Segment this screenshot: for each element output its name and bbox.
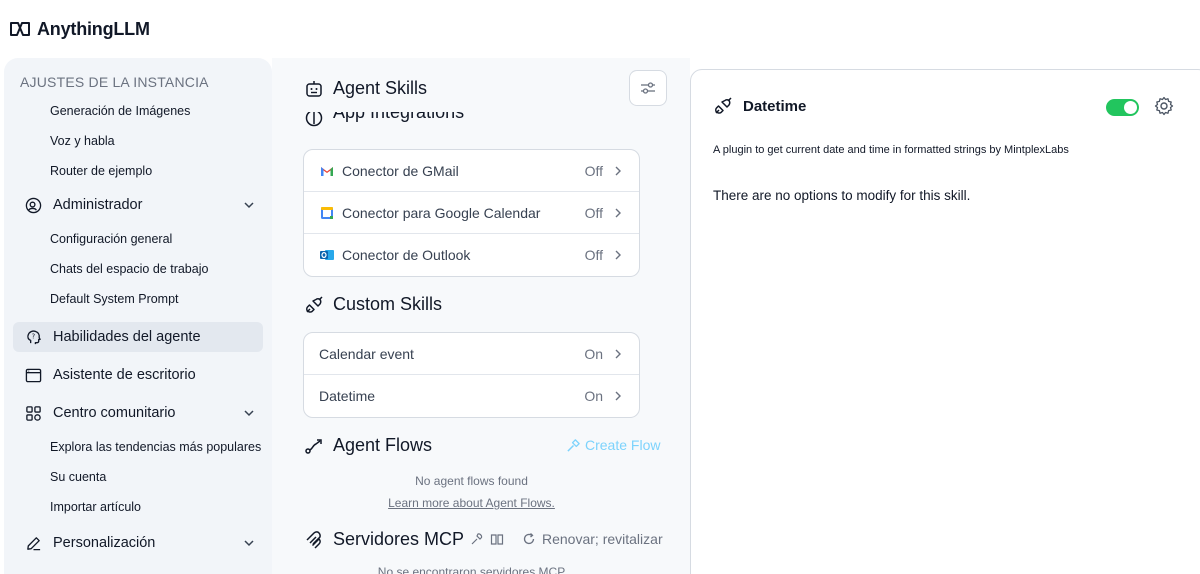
chevron-right-icon xyxy=(615,250,621,260)
agent-skills-header: Agent Skills xyxy=(304,78,427,99)
list-item[interactable]: Datetime On xyxy=(304,375,639,417)
skill-description: A plugin to get current date and time in… xyxy=(713,144,1069,156)
gmail-icon xyxy=(319,163,335,179)
section-title: App Integrations xyxy=(333,112,465,122)
google-calendar-icon xyxy=(319,205,335,221)
sidebar-item-explore-trending[interactable]: Explora las tendencias más populares xyxy=(4,432,272,462)
sidebar-item-personalization[interactable]: Personalización xyxy=(4,524,272,562)
app-logo[interactable]: AnythingLLM xyxy=(9,19,150,40)
sidebar-item-system-prompt[interactable]: Default System Prompt xyxy=(4,284,272,314)
user-gear-icon xyxy=(24,196,42,214)
list-item[interactable]: Conector de Outlook Off xyxy=(304,234,639,276)
skill-enabled-toggle[interactable] xyxy=(1106,99,1139,116)
sidebar-item-label: Habilidades del agente xyxy=(53,329,201,345)
chevron-right-icon xyxy=(615,391,621,401)
custom-skills-header: Custom Skills xyxy=(304,294,442,315)
sidebar-heading: AJUSTES DE LA INSTANCIA xyxy=(20,74,209,90)
chevron-right-icon xyxy=(615,349,621,358)
page-title: Agent Skills xyxy=(333,78,428,98)
app-integrations-list: Conector de GMail Off Conector para Goog… xyxy=(303,149,640,277)
app-integrations-header: App Integrations xyxy=(304,112,464,128)
pencil-icon xyxy=(24,534,42,552)
sidebar-item-router[interactable]: Router de ejemplo xyxy=(4,156,272,186)
app-title: AnythingLLM xyxy=(37,18,150,39)
sidebar-item-agent-skills[interactable]: ? Habilidades del agente xyxy=(13,322,263,352)
skill-detail-header: Datetime xyxy=(713,96,806,116)
list-item[interactable]: Conector de GMail Off xyxy=(304,150,639,192)
section-title: Agent Flows xyxy=(333,435,433,455)
agent-flows-header: Agent Flows xyxy=(304,435,432,456)
settings-sidebar: AJUSTES DE LA INSTANCIA Generación de Im… xyxy=(4,58,272,574)
custom-skills-list: Calendar event On Datetime On xyxy=(303,332,640,418)
refresh-button[interactable]: Renovar; revitalizar xyxy=(542,531,663,547)
sidebar-item-voice[interactable]: Voz y habla xyxy=(4,126,272,156)
sidebar-item-admin[interactable]: Administrador xyxy=(4,186,272,224)
browser-window-icon xyxy=(24,366,42,384)
sidebar-item-label: Personalización xyxy=(53,535,156,551)
chevron-right-icon xyxy=(615,166,621,175)
anythingllm-logo-icon xyxy=(10,22,30,36)
gear-icon[interactable] xyxy=(1154,96,1174,116)
sidebar-item-desktop-assistant[interactable]: Asistente de escritorio xyxy=(4,356,272,394)
sidebar-item-label: Asistente de escritorio xyxy=(53,367,196,383)
sidebar-item-your-account[interactable]: Su cuenta xyxy=(4,462,272,492)
filter-button[interactable] xyxy=(629,70,667,106)
skill-detail-panel: Datetime A plugin to get current date an… xyxy=(690,69,1200,574)
svg-text:?: ? xyxy=(31,332,35,340)
hammer-icon xyxy=(567,438,580,452)
sidebar-item-label: Centro comunitario xyxy=(53,405,176,421)
book-icon[interactable] xyxy=(490,532,504,546)
sidebar-item-workspace-chats[interactable]: Chats del espacio de trabajo xyxy=(4,254,272,284)
sidebar-item-image-generation[interactable]: Generación de Imágenes xyxy=(4,96,272,126)
chevron-down-icon[interactable] xyxy=(242,198,256,212)
no-flows-text: No agent flows found xyxy=(415,474,528,488)
skill-options-note: There are no options to modify for this … xyxy=(713,188,971,203)
plug-icon xyxy=(306,295,323,313)
mcp-servers-header: Servidores MCP xyxy=(304,529,464,550)
sidebar-item-community-hub[interactable]: Centro comunitario xyxy=(4,394,272,432)
chevron-right-icon xyxy=(615,208,621,217)
list-item[interactable]: Conector para Google Calendar Off xyxy=(304,192,639,234)
sliders-icon xyxy=(641,82,655,94)
section-title: Servidores MCP xyxy=(333,529,465,549)
sidebar-item-import-item[interactable]: Importar artículo xyxy=(4,492,272,522)
chevron-down-icon[interactable] xyxy=(242,536,256,550)
outlook-icon xyxy=(319,247,335,263)
skill-title: Datetime xyxy=(743,97,807,115)
no-mcp-text: No se encontraron servidores MCP xyxy=(377,565,566,574)
skills-list-panel: Agent Skills App Integrations Conector d… xyxy=(272,58,690,574)
wrench-icon[interactable] xyxy=(470,532,484,546)
grid-icon xyxy=(24,404,42,422)
list-item[interactable]: Calendar event On xyxy=(304,333,639,375)
plug-icon xyxy=(305,112,323,127)
robot-icon xyxy=(306,80,322,97)
sidebar-item-label: Administrador xyxy=(53,197,143,213)
top-bar: AnythingLLM xyxy=(0,0,1200,58)
create-flow-button[interactable]: Create Flow xyxy=(566,437,660,453)
flow-icon xyxy=(305,438,322,454)
sidebar-item-general-config[interactable]: Configuración general xyxy=(4,224,272,254)
chevron-down-icon[interactable] xyxy=(242,406,256,420)
plug-icon xyxy=(715,97,732,114)
mcp-icon xyxy=(306,530,321,549)
section-title: Custom Skills xyxy=(333,294,443,314)
refresh-icon xyxy=(523,533,535,545)
brain-icon: ? xyxy=(24,328,42,346)
learn-more-link[interactable]: Learn more about Agent Flows. xyxy=(388,496,555,510)
